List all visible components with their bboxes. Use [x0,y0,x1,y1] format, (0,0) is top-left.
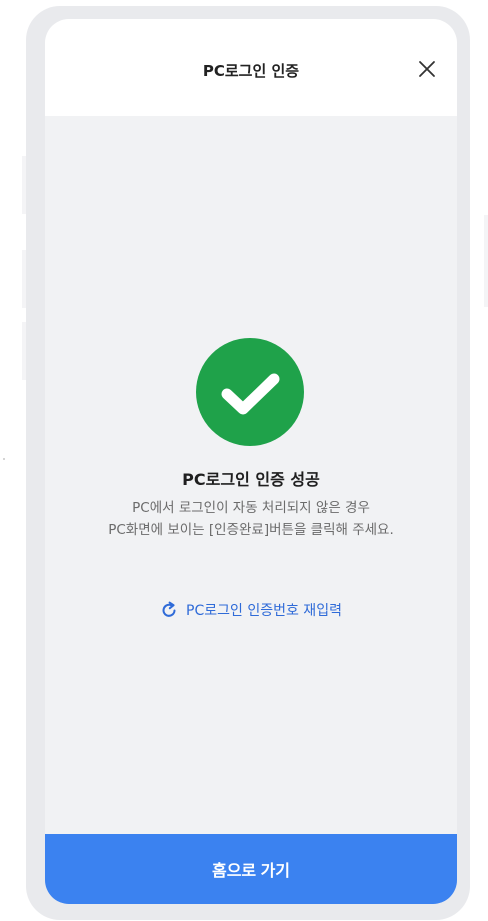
modal-header: PC로그인 인증 [45,19,457,116]
go-home-button[interactable]: 홈으로 가기 [45,834,457,904]
description-line-2: PC화면에 보이는 [인증완료]버튼을 클릭해 주세요. [108,522,394,538]
background-artifact [484,215,488,307]
phone-frame: PC로그인 인증 PC로그인 인증 성공 PC에서 로그인이 자동 처리되지 않… [26,6,470,920]
reenter-code-label: PC로그인 인증번호 재입력 [186,603,342,619]
background-artifact [3,458,5,460]
modal-title: PC로그인 인증 [202,62,300,80]
refresh-icon [162,601,176,617]
close-button[interactable] [413,55,441,83]
page: PC로그인 인증 PC로그인 인증 성공 PC에서 로그인이 자동 처리되지 않… [0,0,488,921]
success-description: PC에서 로그인이 자동 처리되지 않은 경우 PC화면에 보이는 [인증완료]… [45,497,457,541]
result-content: PC로그인 인증 성공 PC에서 로그인이 자동 처리되지 않은 경우 PC화면… [45,116,457,834]
modal-screen: PC로그인 인증 PC로그인 인증 성공 PC에서 로그인이 자동 처리되지 않… [45,19,457,904]
success-title: PC로그인 인증 성공 [182,470,320,489]
description-line-1: PC에서 로그인이 자동 처리되지 않은 경우 [132,500,370,516]
reenter-code-link[interactable]: PC로그인 인증번호 재입력 [45,600,457,620]
check-circle-icon [196,338,304,446]
close-icon [419,61,435,77]
